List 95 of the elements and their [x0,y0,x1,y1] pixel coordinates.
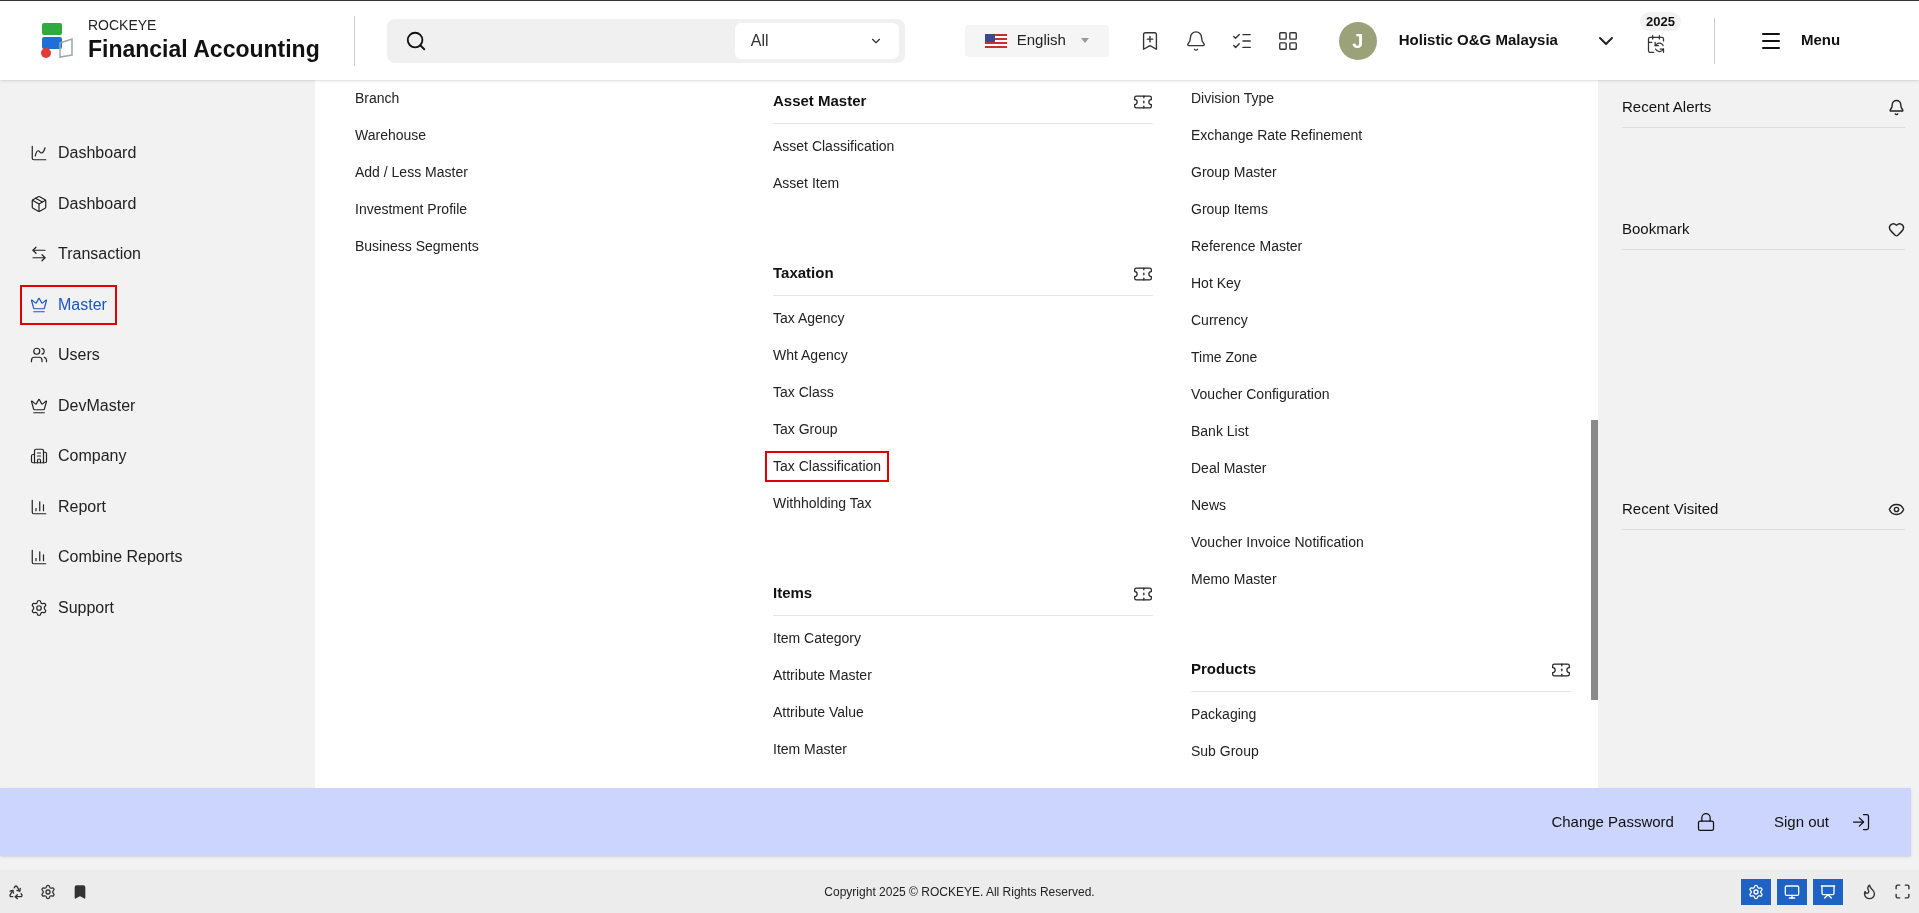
menu-link[interactable]: Item Category [773,628,861,649]
menu-link[interactable]: Currency [1191,310,1248,331]
menu-link[interactable]: Asset Item [773,173,840,194]
sign-out-icon [1851,812,1871,832]
menu-link[interactable]: Sub Group [1191,741,1259,762]
menu-link[interactable]: Warehouse [355,125,427,146]
menu-link[interactable]: Add / Less Master [355,162,468,183]
sidebar-item[interactable]: Support [30,595,115,620]
users-icon [30,346,48,365]
menu-link[interactable]: Tax Agency [773,308,845,329]
caret-icon [1080,38,1089,43]
menu-link[interactable]: Exchange Rate Refinement [1191,125,1363,146]
presentation-icon [1820,883,1836,900]
scrollbar-thumb[interactable] [1591,420,1598,700]
menu-link[interactable]: Bank List [1191,421,1249,442]
menu-link[interactable]: Tax Class [773,382,834,403]
monitor-icon [1784,883,1800,900]
swap-arrows-icon [30,245,48,264]
menu-link[interactable]: Memo Master [1191,569,1277,590]
menu-link[interactable]: Deal Master [1191,458,1267,479]
settings-icon [1748,883,1764,900]
bookmark-icon[interactable] [72,883,88,900]
section-heading: Taxation [773,263,834,284]
app-title: Financial Accounting [88,34,320,64]
menu-link[interactable]: Voucher Configuration [1191,384,1330,405]
menu-link[interactable]: Investment Profile [355,199,468,220]
menu-link[interactable]: Hot Key [1191,273,1241,294]
copyright-text: Copyright 2025 © ROCKEYE. All Rights Reserved. [824,883,1095,901]
sidebar-item[interactable]: Report [30,494,107,519]
monitor-button[interactable] [1777,878,1807,905]
sidebar-item[interactable]: Dashboard [30,191,137,216]
sidebar-item[interactable]: Transaction [30,242,141,267]
eye-icon [1888,501,1905,518]
section-heading: Items [773,583,813,604]
menu-link[interactable]: Packaging [1191,704,1257,725]
year-badge: 2025 [1639,11,1681,31]
settings-icon [30,598,48,617]
chart-icon [30,144,48,163]
apps-grid-icon[interactable] [1276,29,1299,52]
sidebar-item[interactable]: DevMaster [30,393,136,418]
building-icon [30,447,48,466]
sidebar-item[interactable]: Company [30,444,127,469]
scope-dropdown[interactable]: All [734,22,899,59]
crown-icon [30,295,48,314]
chart-icon [30,548,48,567]
menu-link[interactable]: Item Master [773,739,847,760]
flag-icon [984,33,1007,48]
fullscreen-icon[interactable] [1894,883,1911,900]
menu-link[interactable]: Voucher Invoice Notification [1191,532,1364,553]
menu-button[interactable]: Menu [1758,28,1841,53]
flame-icon[interactable] [1861,883,1878,900]
menu-link[interactable]: Attribute Master [773,665,872,686]
sidebar-item[interactable]: Dashboard [30,141,137,166]
menu-link[interactable]: Withholding Tax [773,493,872,514]
menu-link[interactable]: News [1191,495,1226,516]
change-password-button[interactable]: Change Password [1551,810,1716,834]
section-heading: Products [1191,659,1256,680]
settings-icon[interactable] [40,883,56,900]
menu-link[interactable]: Branch [355,88,400,109]
settings-button[interactable] [1741,878,1771,905]
sidebar-item[interactable]: Users [30,343,100,368]
search-field[interactable]: All [386,18,905,63]
logo-icon [40,20,76,61]
panel-title: Recent Alerts [1622,97,1712,118]
sign-out-button[interactable]: Sign out [1773,810,1871,834]
panel-title: Recent Visited [1622,499,1719,520]
presentation-button[interactable] [1813,878,1843,905]
lock-icon [1695,812,1716,832]
menu-link[interactable]: Business Segments [355,236,479,257]
recycle-icon[interactable] [8,883,24,900]
crown-icon [30,396,48,415]
brand-subtitle: ROCKEYE [88,17,158,35]
chart-icon [30,497,48,516]
menu-link[interactable]: Division Type [1191,88,1274,109]
menu-link[interactable]: Wht Agency [773,345,848,366]
box-icon [30,194,48,213]
company-name: Holistic O&G Malaysia [1398,30,1558,51]
language-dropdown[interactable]: English [964,24,1109,57]
calendar-icon[interactable] [1645,33,1666,54]
panel-title: Bookmark [1622,219,1690,240]
menu-link[interactable]: Reference Master [1191,236,1303,257]
menu-link[interactable]: Tax Classification [765,451,890,482]
section-heading: Asset Master [773,91,867,112]
menu-link[interactable]: Asset Classification [773,136,895,157]
menu-link[interactable]: Tax Group [773,419,838,440]
menu-link[interactable]: Group Items [1191,199,1269,220]
notification-icon[interactable] [1184,29,1207,52]
sidebar-item[interactable]: Master [20,284,117,325]
search-icon [404,29,427,52]
menu-link[interactable]: Group Master [1191,162,1277,183]
heart-icon [1888,221,1905,238]
menu-link[interactable]: Time Zone [1191,347,1258,368]
menu-link[interactable]: Attribute Value [773,702,864,723]
bell-icon [1888,99,1905,116]
sidebar-item[interactable]: Combine Reports [30,545,183,570]
